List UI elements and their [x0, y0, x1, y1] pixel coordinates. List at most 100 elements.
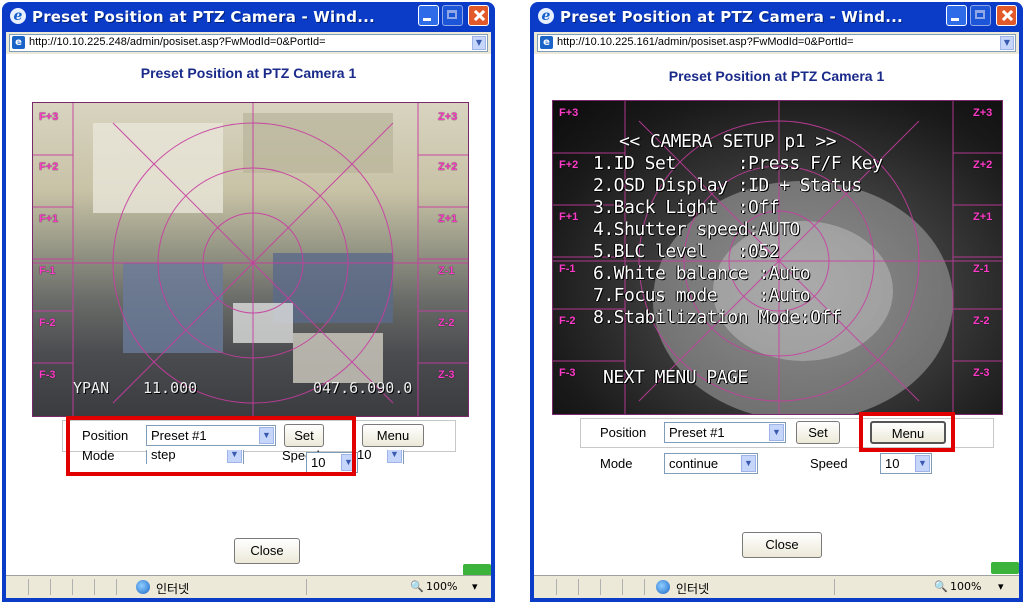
status-zone-text: 인터넷 [676, 582, 710, 596]
zone-focus-minus-2[interactable]: F-2 [559, 315, 576, 327]
zone-zoom-plus-3[interactable]: Z+3 [973, 107, 992, 119]
title-bar[interactable]: e Preset Position at PTZ Camera - Wind..… [534, 2, 1019, 32]
close-window-button[interactable] [996, 5, 1017, 26]
zone-focus-plus-3[interactable]: F+3 [39, 111, 58, 123]
zone-zoom-minus-2[interactable]: Z-2 [438, 317, 455, 329]
speed-select[interactable]: 10 ▼ [880, 453, 932, 474]
highlight-position-set [66, 416, 356, 476]
status-bar: 인터넷 🔍 100% ▾ [534, 575, 1019, 598]
close-window-button[interactable] [468, 5, 489, 26]
mode-select[interactable]: continue ▼ [664, 453, 758, 474]
position-value: Preset #1 [669, 425, 725, 440]
window-title: Preset Position at PTZ Camera - Wind... [560, 8, 903, 26]
ptz-overlay-grid [33, 103, 468, 416]
osd-pan-label: YPAN [73, 379, 110, 397]
globe-icon [656, 580, 670, 594]
osd-menu-item: 7.Focus mode :Auto [593, 285, 811, 306]
osd-menu-item: 5.BLC level :052 [593, 241, 780, 262]
zone-zoom-plus-2[interactable]: Z+2 [973, 159, 992, 171]
osd-position-value: 047.6.090.0 [313, 379, 413, 397]
address-bar: e http://10.10.225.248/admin/posiset.asp… [6, 32, 491, 55]
window-title: Preset Position at PTZ Camera - Wind... [32, 8, 375, 26]
zone-focus-minus-1[interactable]: F-1 [39, 265, 56, 277]
globe-icon [136, 580, 150, 594]
zone-focus-plus-1[interactable]: F+1 [39, 213, 58, 225]
mode-row: Mode continue ▼ Speed 10 ▼ [580, 450, 994, 478]
close-button[interactable]: Close [234, 538, 300, 564]
right-browser-window: e Preset Position at PTZ Camera - Wind..… [530, 2, 1023, 602]
speed-value: 10 [885, 456, 900, 471]
left-browser-window: e Preset Position at PTZ Camera - Wind..… [2, 2, 495, 602]
zone-zoom-plus-1[interactable]: Z+1 [438, 213, 457, 225]
osd-menu-item: 2.OSD Display :ID + Status [593, 175, 862, 196]
page-heading: Preset Position at PTZ Camera 1 [668, 68, 885, 84]
osd-menu-item: 6.White balance :Auto [593, 263, 811, 284]
zoom-icon[interactable]: 🔍 [410, 580, 424, 593]
mode-label: Mode [600, 456, 633, 471]
zone-focus-minus-1[interactable]: F-1 [559, 263, 576, 275]
chevron-down-icon: ▼ [769, 424, 784, 441]
minimize-button[interactable] [946, 5, 967, 26]
menu-button[interactable]: Menu [362, 424, 424, 447]
zoom-icon[interactable]: 🔍 [934, 580, 948, 593]
zoom-dropdown-icon[interactable]: ▾ [472, 580, 478, 593]
zone-focus-minus-2[interactable]: F-2 [39, 317, 56, 329]
close-button[interactable]: Close [742, 532, 822, 558]
address-field[interactable]: e http://10.10.225.161/admin/posiset.asp… [537, 34, 1016, 52]
address-url: http://10.10.225.161/admin/posiset.asp?F… [557, 36, 854, 48]
ie-icon: e [10, 8, 26, 24]
page-heading: Preset Position at PTZ Camera 1 [140, 65, 357, 81]
address-dropdown-icon[interactable]: ▼ [472, 36, 486, 50]
zone-zoom-minus-2[interactable]: Z-2 [973, 315, 990, 327]
maximize-button[interactable] [442, 5, 463, 26]
address-dropdown-icon[interactable]: ▼ [1000, 36, 1014, 50]
osd-menu-title: << CAMERA SETUP p1 >> [619, 131, 837, 152]
zone-zoom-minus-3[interactable]: Z-3 [973, 367, 990, 379]
zone-focus-plus-2[interactable]: F+2 [559, 159, 578, 171]
set-button[interactable]: Set [796, 421, 840, 444]
page-icon: e [12, 36, 25, 49]
zone-focus-plus-2[interactable]: F+2 [39, 161, 58, 173]
mode-value: continue [669, 456, 719, 471]
position-select[interactable]: Preset #1 ▼ [664, 422, 786, 443]
camera-video[interactable]: F+3 F+2 F+1 F-1 F-2 F-3 Z+3 Z+2 Z+1 Z-1 … [32, 102, 469, 417]
minimize-button[interactable] [418, 5, 439, 26]
zone-focus-minus-3[interactable]: F-3 [39, 369, 56, 381]
zone-focus-plus-3[interactable]: F+3 [559, 107, 578, 119]
osd-menu-item: 1.ID Set :Press F/F Key [593, 153, 883, 174]
zone-zoom-plus-1[interactable]: Z+1 [973, 211, 992, 223]
zone-focus-plus-1[interactable]: F+1 [559, 211, 578, 223]
zone-focus-minus-3[interactable]: F-3 [559, 367, 576, 379]
chevron-down-icon: ▼ [741, 455, 756, 472]
status-bar: 인터넷 🔍 100% ▾ [6, 575, 491, 598]
osd-menu-item: 4.Shutter speed:AUTO [593, 219, 800, 240]
speed-label: Speed [810, 456, 848, 471]
page-content: Preset Position at PTZ Camera 1 F+3 F+2 … [6, 54, 491, 576]
zone-zoom-minus-1[interactable]: Z-1 [973, 263, 990, 275]
ie-icon: e [538, 8, 554, 24]
page-icon: e [540, 36, 553, 49]
address-bar: e http://10.10.225.161/admin/posiset.asp… [534, 32, 1019, 55]
zoom-level[interactable]: 100% [950, 580, 981, 593]
zone-zoom-minus-3[interactable]: Z-3 [438, 369, 455, 381]
zoom-dropdown-icon[interactable]: ▾ [998, 580, 1004, 593]
address-field[interactable]: e http://10.10.225.248/admin/posiset.asp… [9, 34, 488, 52]
highlight-menu-button [859, 412, 955, 452]
position-label: Position [600, 425, 647, 440]
title-bar[interactable]: e Preset Position at PTZ Camera - Wind..… [6, 2, 491, 32]
zone-zoom-plus-3[interactable]: Z+3 [438, 111, 457, 123]
osd-menu-footer: NEXT MENU PAGE [603, 367, 748, 388]
green-corner-icon [991, 562, 1019, 574]
maximize-button[interactable] [970, 5, 991, 26]
zone-zoom-plus-2[interactable]: Z+2 [438, 161, 457, 173]
zoom-level[interactable]: 100% [426, 580, 457, 593]
chevron-down-icon: ▼ [915, 455, 930, 472]
osd-pan-value: 11.000 [143, 379, 198, 397]
address-url: http://10.10.225.248/admin/posiset.asp?F… [29, 36, 326, 48]
status-zone-text: 인터넷 [156, 582, 190, 596]
page-content: Preset Position at PTZ Camera 1 F+3 F+2 … [534, 54, 1019, 576]
camera-video[interactable]: F+3 F+2 F+1 F-1 F-2 F-3 Z+3 Z+2 Z+1 Z-1 … [552, 100, 1003, 415]
osd-menu-item: 8.Stabilization Mode:Off [593, 307, 842, 328]
osd-menu-item: 3.Back Light :Off [593, 197, 780, 218]
zone-zoom-minus-1[interactable]: Z-1 [438, 265, 455, 277]
